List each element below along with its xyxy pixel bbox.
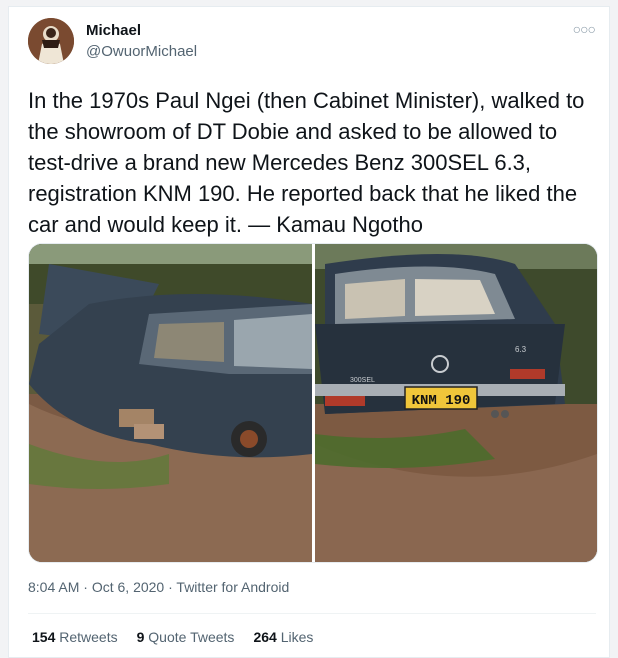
photo-car-side[interactable] — [29, 244, 312, 562]
tweet-time[interactable]: 8:04 AM — [28, 579, 79, 595]
tweet-card: Michael @OwuorMichael ○○○ In the 1970s P… — [8, 6, 610, 658]
likes-count: 264 — [253, 629, 277, 645]
photo-car-rear[interactable]: KNM 190 300SEL 6.3 — [315, 244, 597, 562]
retweets-stat[interactable]: 154 Retweets — [32, 629, 118, 645]
likes-label: Likes — [280, 629, 314, 645]
display-name[interactable]: Michael — [86, 22, 141, 39]
avatar-image — [28, 18, 74, 64]
quote-tweets-stat[interactable]: 9 Quote Tweets — [137, 629, 235, 645]
avatar[interactable] — [28, 18, 74, 64]
more-horizontal-icon: ○○○ — [572, 21, 596, 37]
tweet-text: In the 1970s Paul Ngei (then Cabinet Min… — [28, 88, 585, 237]
user-handle[interactable]: @OwuorMichael — [86, 43, 197, 60]
plate-text: KNM 190 — [412, 393, 471, 409]
tweet-date[interactable]: Oct 6, 2020 — [92, 579, 164, 595]
tweet-stats: 154 Retweets 9 Quote Tweets 264 Likes — [32, 629, 313, 645]
car-side-image — [29, 244, 312, 562]
meta-separator-2: · — [168, 579, 173, 595]
quote-tweets-count: 9 — [136, 629, 145, 645]
divider — [28, 613, 596, 614]
media-grid: KNM 190 300SEL 6.3 — [28, 243, 598, 563]
likes-stat[interactable]: 264 Likes — [253, 629, 313, 645]
tweet-source[interactable]: Twitter for Android — [176, 579, 289, 595]
retweets-count: 154 — [32, 629, 56, 645]
tweet-meta: 8:04 AM · Oct 6, 2020 · Twitter for Andr… — [28, 579, 289, 595]
retweets-label: Retweets — [59, 629, 118, 645]
badge-300sel: 300SEL — [350, 377, 375, 384]
meta-separator: · — [83, 579, 88, 595]
more-options-button[interactable]: ○○○ — [572, 21, 596, 37]
quote-tweets-label: Quote Tweets — [148, 629, 235, 645]
car-rear-image: KNM 190 300SEL 6.3 — [315, 244, 597, 562]
badge-6-3: 6.3 — [515, 345, 527, 354]
